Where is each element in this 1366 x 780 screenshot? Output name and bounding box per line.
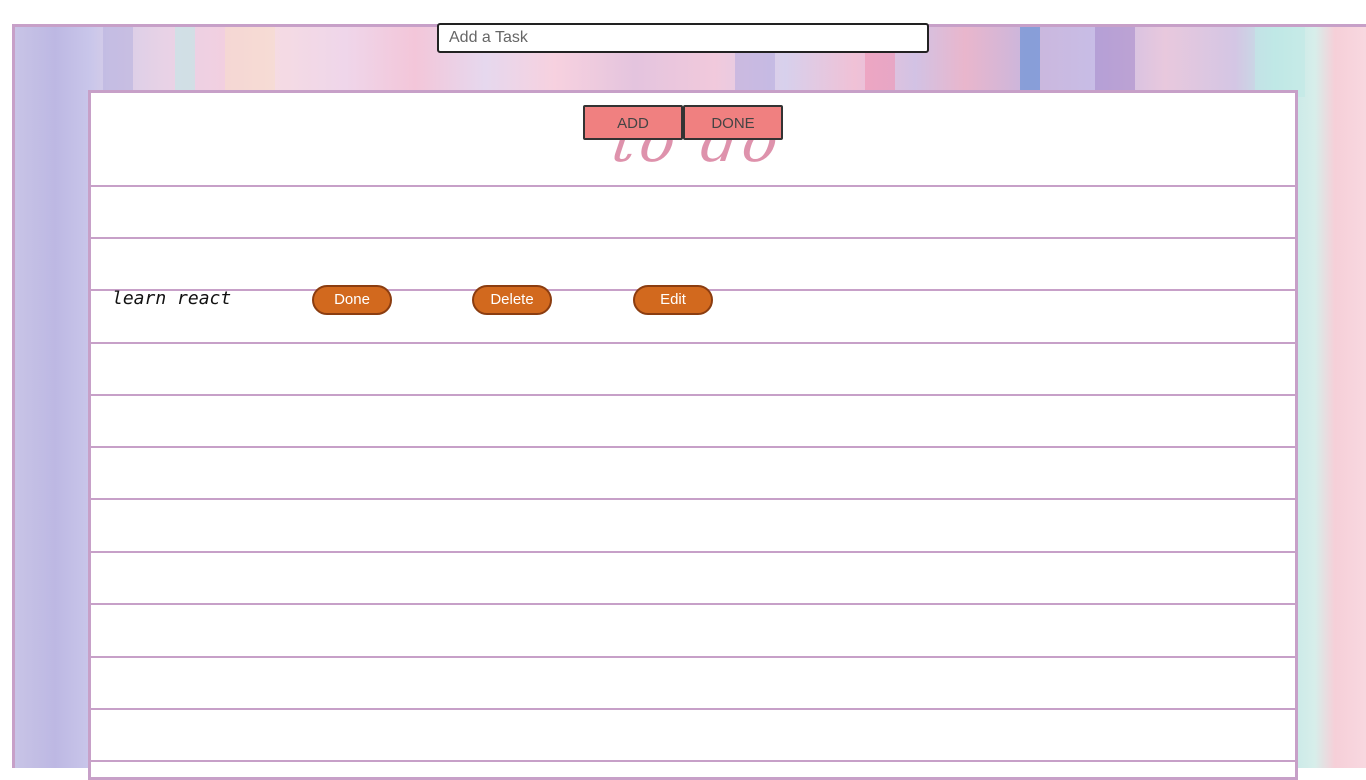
add-button[interactable]: ADD <box>583 105 683 140</box>
rule-line <box>91 708 1295 710</box>
rule-line <box>91 551 1295 553</box>
rule-line <box>91 237 1295 239</box>
done-all-button[interactable]: DONE <box>683 105 783 140</box>
task-delete-button[interactable]: Delete <box>472 285 552 315</box>
rule-line <box>91 185 1295 187</box>
task-item-text: learn react <box>112 288 232 309</box>
rule-line <box>91 394 1295 396</box>
add-task-input[interactable] <box>437 23 929 53</box>
watercolor-stripe <box>1095 27 1135 97</box>
watercolor-stripe <box>175 27 195 97</box>
watercolor-stripe <box>1255 27 1305 97</box>
task-edit-button[interactable]: Edit <box>633 285 713 315</box>
rule-line <box>91 498 1295 500</box>
watercolor-stripe <box>103 27 133 97</box>
watercolor-stripe <box>1020 27 1040 97</box>
rule-line <box>91 342 1295 344</box>
rule-line <box>91 760 1295 762</box>
rule-line <box>91 656 1295 658</box>
notebook-paper: to do <box>88 90 1298 780</box>
rule-line <box>91 446 1295 448</box>
watercolor-stripe <box>225 27 275 97</box>
task-done-button[interactable]: Done <box>312 285 392 315</box>
rule-line <box>91 603 1295 605</box>
